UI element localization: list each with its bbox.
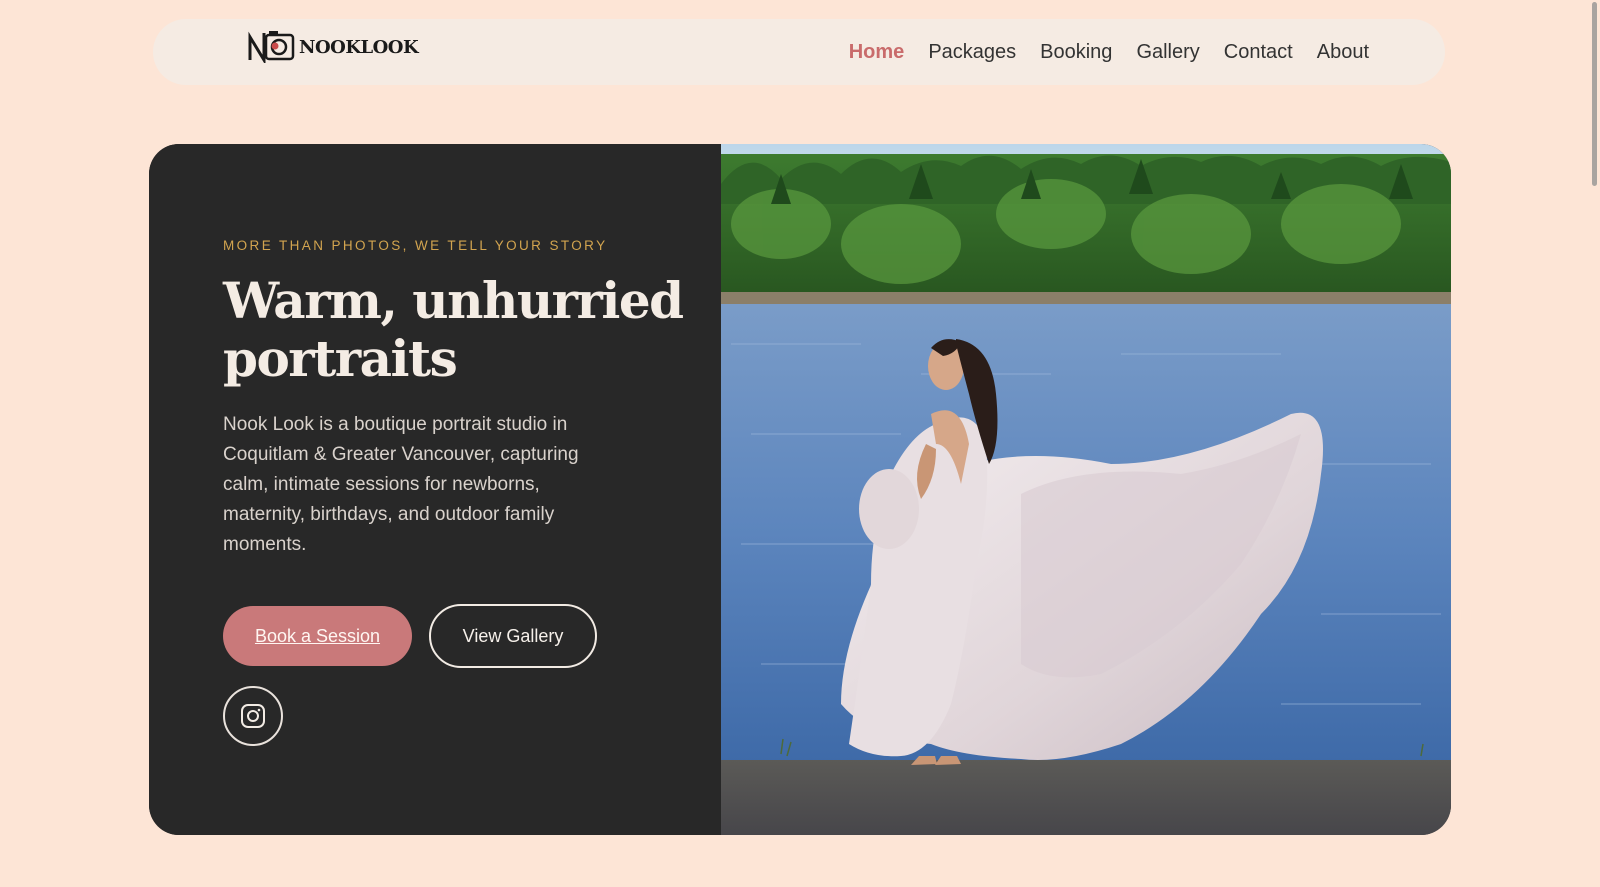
- camera-logo-icon: [248, 31, 295, 63]
- instagram-icon: [241, 704, 265, 728]
- book-session-button[interactable]: Book a Session: [223, 606, 412, 666]
- hero-eyebrow: MORE THAN PHOTOS, WE TELL YOUR STORY: [223, 238, 608, 253]
- site-logo[interactable]: NOOKLOOK: [247, 27, 419, 63]
- nav-booking[interactable]: Booking: [1040, 41, 1112, 64]
- hero-headline: Warm, unhurried portraits: [223, 271, 684, 388]
- view-gallery-button[interactable]: View Gallery: [429, 604, 597, 668]
- main-nav: Home Packages Booking Gallery Contact Ab…: [825, 19, 1369, 85]
- nav-home[interactable]: Home: [849, 41, 905, 64]
- top-navbar: NOOKLOOK Home Packages Booking Gallery C…: [153, 19, 1445, 85]
- hero-photo-maternity: [721, 144, 1451, 835]
- nav-contact[interactable]: Contact: [1224, 41, 1293, 64]
- nav-about[interactable]: About: [1317, 41, 1369, 64]
- hero-description: Nook Look is a boutique portrait studio …: [223, 414, 579, 555]
- maternity-photo-image: [721, 144, 1451, 835]
- nav-gallery[interactable]: Gallery: [1136, 41, 1199, 64]
- scrollbar-thumb[interactable]: [1592, 2, 1597, 186]
- page-scrollbar[interactable]: [1588, 0, 1600, 887]
- instagram-button[interactable]: [223, 686, 283, 746]
- hero-section: MORE THAN PHOTOS, WE TELL YOUR STORY War…: [149, 144, 1451, 835]
- brand-name: NOOKLOOK: [299, 36, 419, 58]
- nav-packages[interactable]: Packages: [928, 41, 1016, 64]
- hero-text-panel: MORE THAN PHOTOS, WE TELL YOUR STORY War…: [149, 144, 721, 835]
